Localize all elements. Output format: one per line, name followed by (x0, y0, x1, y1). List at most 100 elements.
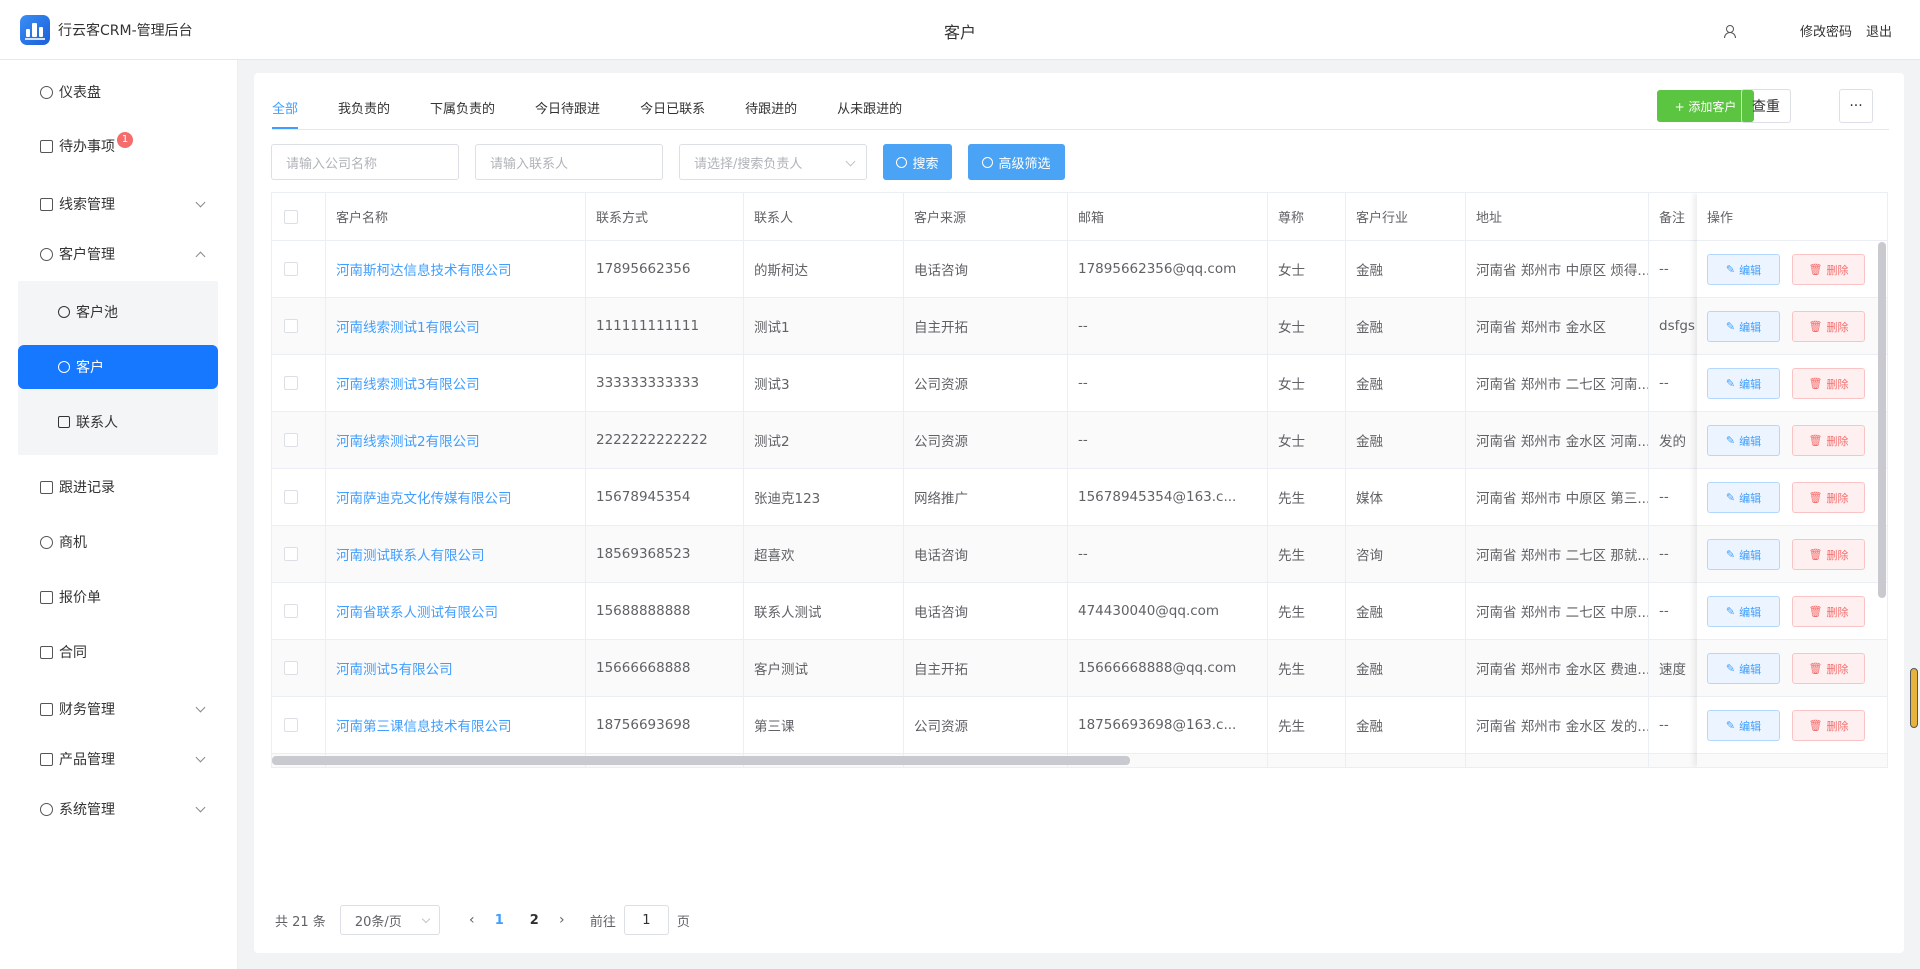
page-size-select[interactable]: 20条/页 (339, 905, 440, 935)
chevron-down-icon (195, 802, 206, 813)
cell-customer-name[interactable]: 河南省联系人测试有限公司 (326, 583, 586, 639)
row-checkbox[interactable] (284, 661, 298, 675)
delete-button[interactable]: 🗑删除 (1792, 539, 1865, 570)
more-button[interactable]: ··· (1839, 89, 1873, 123)
delete-button[interactable]: 🗑删除 (1792, 710, 1865, 741)
row-checkbox[interactable] (284, 490, 298, 504)
row-checkbox[interactable] (284, 547, 298, 561)
delete-button[interactable]: 🗑删除 (1792, 368, 1865, 399)
change-password-link[interactable]: 修改密码 (1800, 21, 1852, 40)
goto-page-input[interactable]: 1 (623, 905, 669, 935)
search-button[interactable]: 搜索 (883, 144, 952, 180)
row-checkbox[interactable] (284, 718, 298, 732)
edit-button[interactable]: ✎编辑 (1707, 710, 1780, 741)
add-customer-button[interactable]: + 添加客户 (1657, 90, 1754, 122)
cell-address: 河南省 郑州市 金水区 河南... (1466, 412, 1649, 468)
edit-button[interactable]: ✎编辑 (1707, 596, 1780, 627)
cell-customer-name[interactable]: 河南测试联系人有限公司 (326, 526, 586, 582)
edit-icon: ✎ (1725, 377, 1736, 390)
edit-button[interactable]: ✎编辑 (1707, 425, 1780, 456)
sidebar-item-finance[interactable]: 财务管理 (0, 689, 238, 729)
edit-button[interactable]: ✎编辑 (1707, 254, 1780, 285)
advanced-filter-button[interactable]: 高级筛选 (968, 144, 1065, 180)
sidebar-item-quote[interactable]: 报价单 (0, 577, 238, 617)
operation-cell: ✎编辑 🗑删除 (1697, 697, 1887, 754)
cell-customer-source: 电话咨询 (904, 241, 1068, 297)
cell-address: 河南省 郑州市 金水区 (1466, 298, 1649, 354)
sidebar-item-system[interactable]: 系统管理 (0, 789, 238, 829)
page-2[interactable]: 2 (517, 913, 552, 928)
sidebar-item-contract[interactable]: 合同 (0, 632, 238, 672)
edit-button[interactable]: ✎编辑 (1707, 767, 1780, 768)
contact-input[interactable]: 请输入联系人 (475, 144, 663, 180)
operation-cell: ✎编辑 🗑删除 (1697, 526, 1887, 583)
row-checkbox[interactable] (284, 262, 298, 276)
tab-all[interactable]: 全部 (272, 99, 299, 129)
sidebar-item-clues[interactable]: 线索管理 (0, 184, 238, 224)
horizontal-scrollbar[interactable] (272, 756, 1130, 765)
company-name-input[interactable]: 请输入公司名称 (271, 144, 459, 180)
customer-table: 客户名称 联系方式 联系人 客户来源 邮箱 尊称 客户行业 地址 备注 河南斯柯达信息技术有限公… (271, 192, 1888, 768)
user-avatar-icon[interactable] (1722, 24, 1736, 38)
cell-address: 河南省 郑州市 二七区 河南... (1466, 355, 1649, 411)
edit-button[interactable]: ✎编辑 (1707, 368, 1780, 399)
edit-button[interactable]: ✎编辑 (1707, 539, 1780, 570)
select-all-checkbox[interactable] (284, 209, 298, 224)
prev-page-icon[interactable]: ‹ (462, 912, 482, 928)
cell-customer-name[interactable]: 河南线索测试3有限公司 (326, 355, 586, 411)
sidebar-item-followup[interactable]: 跟进记录 (0, 467, 238, 507)
logout-link[interactable]: 退出 (1866, 21, 1892, 40)
duplicate-check-button[interactable]: 查重 (1741, 89, 1791, 123)
vertical-scrollbar[interactable] (1878, 242, 1886, 598)
owner-select[interactable]: 请选择/搜索负责人 (679, 144, 867, 180)
edit-icon: ✎ (1725, 320, 1736, 333)
sidebar-item-product[interactable]: 产品管理 (0, 739, 238, 779)
delete-button[interactable]: 🗑删除 (1792, 767, 1865, 768)
tab-never-followed[interactable]: 从未跟进的 (837, 99, 902, 129)
user-icon (58, 361, 70, 373)
cell-customer-name[interactable]: 河南萨迪克文化传媒有限公司 (326, 469, 586, 525)
cell-address: 河南省 郑州市 二七区 中原... (1466, 583, 1649, 639)
delete-button[interactable]: 🗑删除 (1792, 254, 1865, 285)
delete-button[interactable]: 🗑删除 (1792, 653, 1865, 684)
sidebar-item-opportunity[interactable]: 商机 (0, 522, 238, 562)
user-icon (40, 247, 53, 261)
cell-email: 18756693698@163.c... (1068, 697, 1268, 753)
sidebar-item-dashboard[interactable]: 仪表盘 (0, 72, 238, 112)
page-1[interactable]: 1 (482, 913, 517, 928)
edit-button[interactable]: ✎编辑 (1707, 653, 1780, 684)
tab-pending[interactable]: 待跟进的 (745, 99, 797, 129)
trash-icon: 🗑 (1808, 491, 1823, 504)
delete-button[interactable]: 🗑删除 (1792, 596, 1865, 627)
cell-industry: 金融 (1346, 583, 1466, 639)
cell-email: -- (1068, 412, 1268, 468)
row-checkbox[interactable] (284, 376, 298, 390)
sidebar-item-contacts[interactable]: 联系人 (18, 400, 218, 444)
cell-customer-name[interactable]: 河南测试5有限公司 (326, 640, 586, 696)
tab-today-contacted[interactable]: 今日已联系 (640, 99, 705, 129)
edit-button[interactable]: ✎编辑 (1707, 482, 1780, 513)
delete-button[interactable]: 🗑删除 (1792, 482, 1865, 513)
sidebar-item-customer[interactable]: 客户 (18, 345, 218, 389)
page-scrollbar[interactable] (1910, 668, 1918, 728)
cell-customer-source: 公司资源 (904, 355, 1068, 411)
row-checkbox[interactable] (284, 319, 298, 333)
sidebar-item-customer-pool[interactable]: 客户池 (18, 290, 218, 334)
select-all-checkbox-cell (272, 193, 326, 240)
tab-mine[interactable]: 我负责的 (338, 99, 390, 129)
delete-button[interactable]: 🗑删除 (1792, 425, 1865, 456)
row-checkbox[interactable] (284, 433, 298, 447)
row-checkbox[interactable] (284, 604, 298, 618)
tab-subordinate[interactable]: 下属负责的 (430, 99, 495, 129)
edit-button[interactable]: ✎编辑 (1707, 311, 1780, 342)
document-icon (40, 590, 53, 604)
cell-customer-name[interactable]: 河南线索测试1有限公司 (326, 298, 586, 354)
sidebar-item-todo[interactable]: 待办事项 1 (0, 126, 238, 166)
cell-customer-name[interactable]: 河南斯柯达信息技术有限公司 (326, 241, 586, 297)
delete-button[interactable]: 🗑删除 (1792, 311, 1865, 342)
next-page-icon[interactable]: › (552, 912, 572, 928)
tab-today-pending[interactable]: 今日待跟进 (535, 99, 600, 129)
sidebar-item-customer-mgmt[interactable]: 客户管理 (0, 234, 238, 274)
cell-customer-name[interactable]: 河南第三课信息技术有限公司 (326, 697, 586, 753)
cell-customer-name[interactable]: 河南线索测试2有限公司 (326, 412, 586, 468)
